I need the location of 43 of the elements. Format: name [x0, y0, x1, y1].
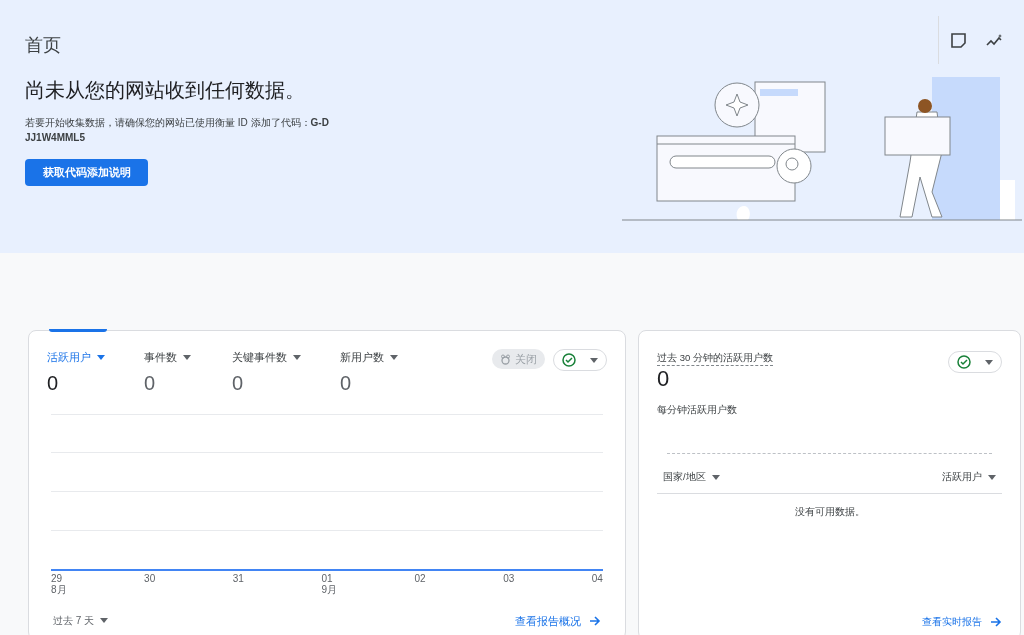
- note-icon[interactable]: [951, 32, 966, 48]
- empty-message: 没有可用数据。: [794, 504, 865, 519]
- caret-icon: [390, 354, 398, 360]
- arrow-right-icon: [990, 615, 1002, 628]
- metric-tab[interactable]: 新用户数 0: [340, 329, 450, 398]
- description: 若要开始收集数据，请确保您的网站已使用衡量 ID 添加了代码：G-DJJ1W4MML5: [25, 116, 330, 145]
- status-dropdown[interactable]: [553, 349, 607, 371]
- check-circle-icon: [957, 355, 971, 369]
- axis-label: 9月: [321, 583, 337, 595]
- caret-icon: [293, 354, 301, 360]
- column-header[interactable]: 国家/地区: [663, 470, 720, 485]
- caret-icon: [988, 474, 996, 480]
- status-dropdown[interactable]: [948, 351, 1002, 373]
- realtime-title: 过去 30 分钟的活跃用户数: [657, 351, 773, 367]
- metric-tab[interactable]: 事件数 0: [144, 329, 232, 398]
- axis-label: 01: [321, 572, 334, 584]
- caret-icon: [590, 357, 598, 363]
- caret-icon: [100, 618, 109, 624]
- metric-tab[interactable]: 活跃用户 0: [47, 329, 144, 398]
- caret-icon: [985, 359, 993, 365]
- caret-icon: [711, 474, 720, 480]
- heading: 尚未从您的网站收到任何数据。: [25, 78, 306, 103]
- caret-icon: [183, 354, 191, 360]
- axis-label: 03: [503, 572, 515, 584]
- view-realtime-link[interactable]: 查看实时报告: [922, 614, 1002, 629]
- axis-label: 30: [144, 572, 156, 584]
- get-code-button[interactable]: 获取代码添加说明: [25, 159, 148, 186]
- sparkle-trend-icon[interactable]: [986, 33, 1004, 47]
- axis-label: 29: [51, 572, 64, 584]
- axis-label: 02: [414, 572, 426, 584]
- check-circle-icon: [562, 353, 576, 367]
- axis-label: 8月: [51, 583, 67, 595]
- metric-tab[interactable]: 关键事件数 0: [232, 329, 340, 398]
- date-range-dropdown[interactable]: 过去 7 天: [53, 613, 109, 629]
- realtime-value: 0: [657, 367, 671, 391]
- axis-label: 04: [591, 572, 603, 584]
- caret-icon: [97, 354, 105, 360]
- chart-subtitle: 每分钟活跃用户数: [657, 403, 738, 417]
- axis-label: 31: [232, 572, 244, 584]
- column-header[interactable]: 活跃用户: [942, 470, 996, 485]
- arrow-right-icon: [589, 614, 601, 627]
- view-report-link[interactable]: 查看报告概况: [515, 612, 601, 629]
- page-title: 首页: [25, 34, 62, 57]
